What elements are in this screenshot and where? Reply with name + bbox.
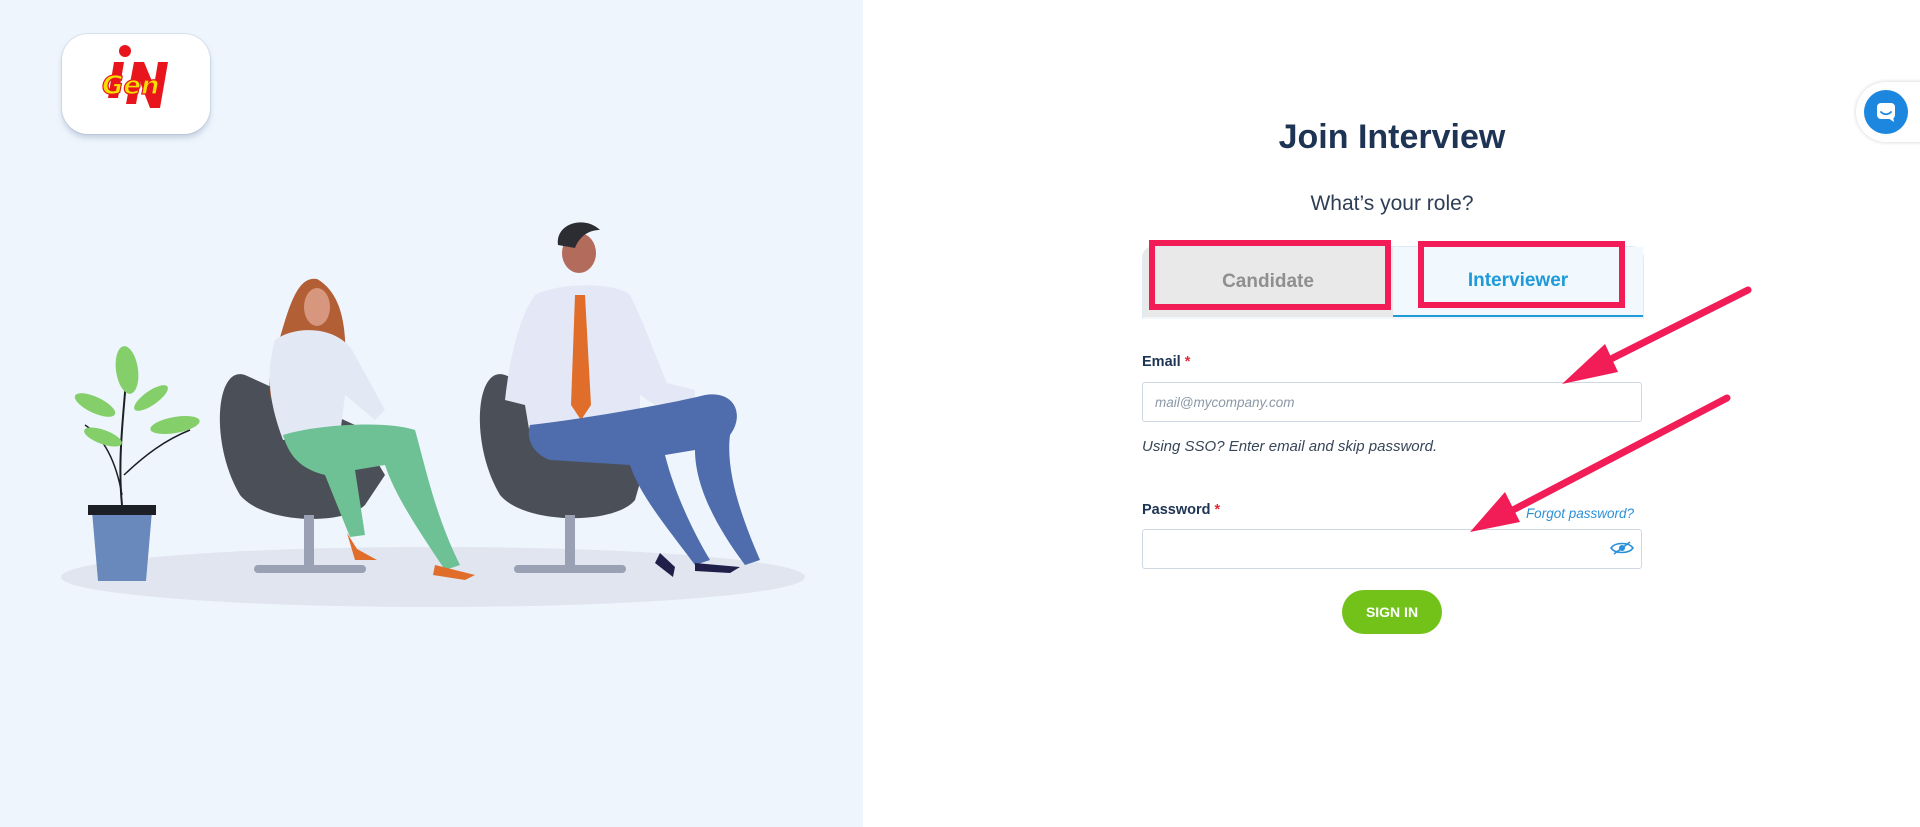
role-tabs: Candidate Interviewer <box>1142 246 1644 319</box>
role-question: What’s your role? <box>1310 192 1474 215</box>
join-form: Join Interview What’s your role? Candida… <box>1142 0 1644 827</box>
tab-candidate[interactable]: Candidate <box>1143 247 1393 317</box>
svg-text:Gen: Gen <box>102 71 159 101</box>
forgot-password-link[interactable]: Forgot password? <box>1526 506 1634 521</box>
left-panel: Gen <box>0 0 863 827</box>
tab-interviewer[interactable]: Interviewer <box>1393 247 1643 317</box>
chat-button[interactable] <box>1864 90 1908 134</box>
email-label: Email * <box>1142 354 1190 370</box>
password-label-text: Password <box>1142 502 1211 518</box>
required-mark: * <box>1214 502 1221 518</box>
chat-widget <box>1856 82 1920 142</box>
chat-icon <box>1877 103 1895 122</box>
required-mark: * <box>1184 354 1191 370</box>
sso-hint: Using SSO? Enter email and skip password… <box>1142 438 1438 455</box>
email-field[interactable] <box>1142 382 1642 422</box>
eye-icon[interactable] <box>1610 540 1634 556</box>
sign-in-button[interactable]: SIGN IN <box>1342 590 1442 634</box>
interview-illustration <box>61 222 805 607</box>
page-title: Join Interview <box>1278 118 1506 156</box>
ingen-logo-icon: Gen <box>101 45 168 108</box>
logo[interactable]: Gen <box>62 34 210 134</box>
password-label: Password * <box>1142 502 1220 518</box>
password-field[interactable] <box>1142 529 1642 569</box>
email-label-text: Email <box>1142 354 1181 370</box>
